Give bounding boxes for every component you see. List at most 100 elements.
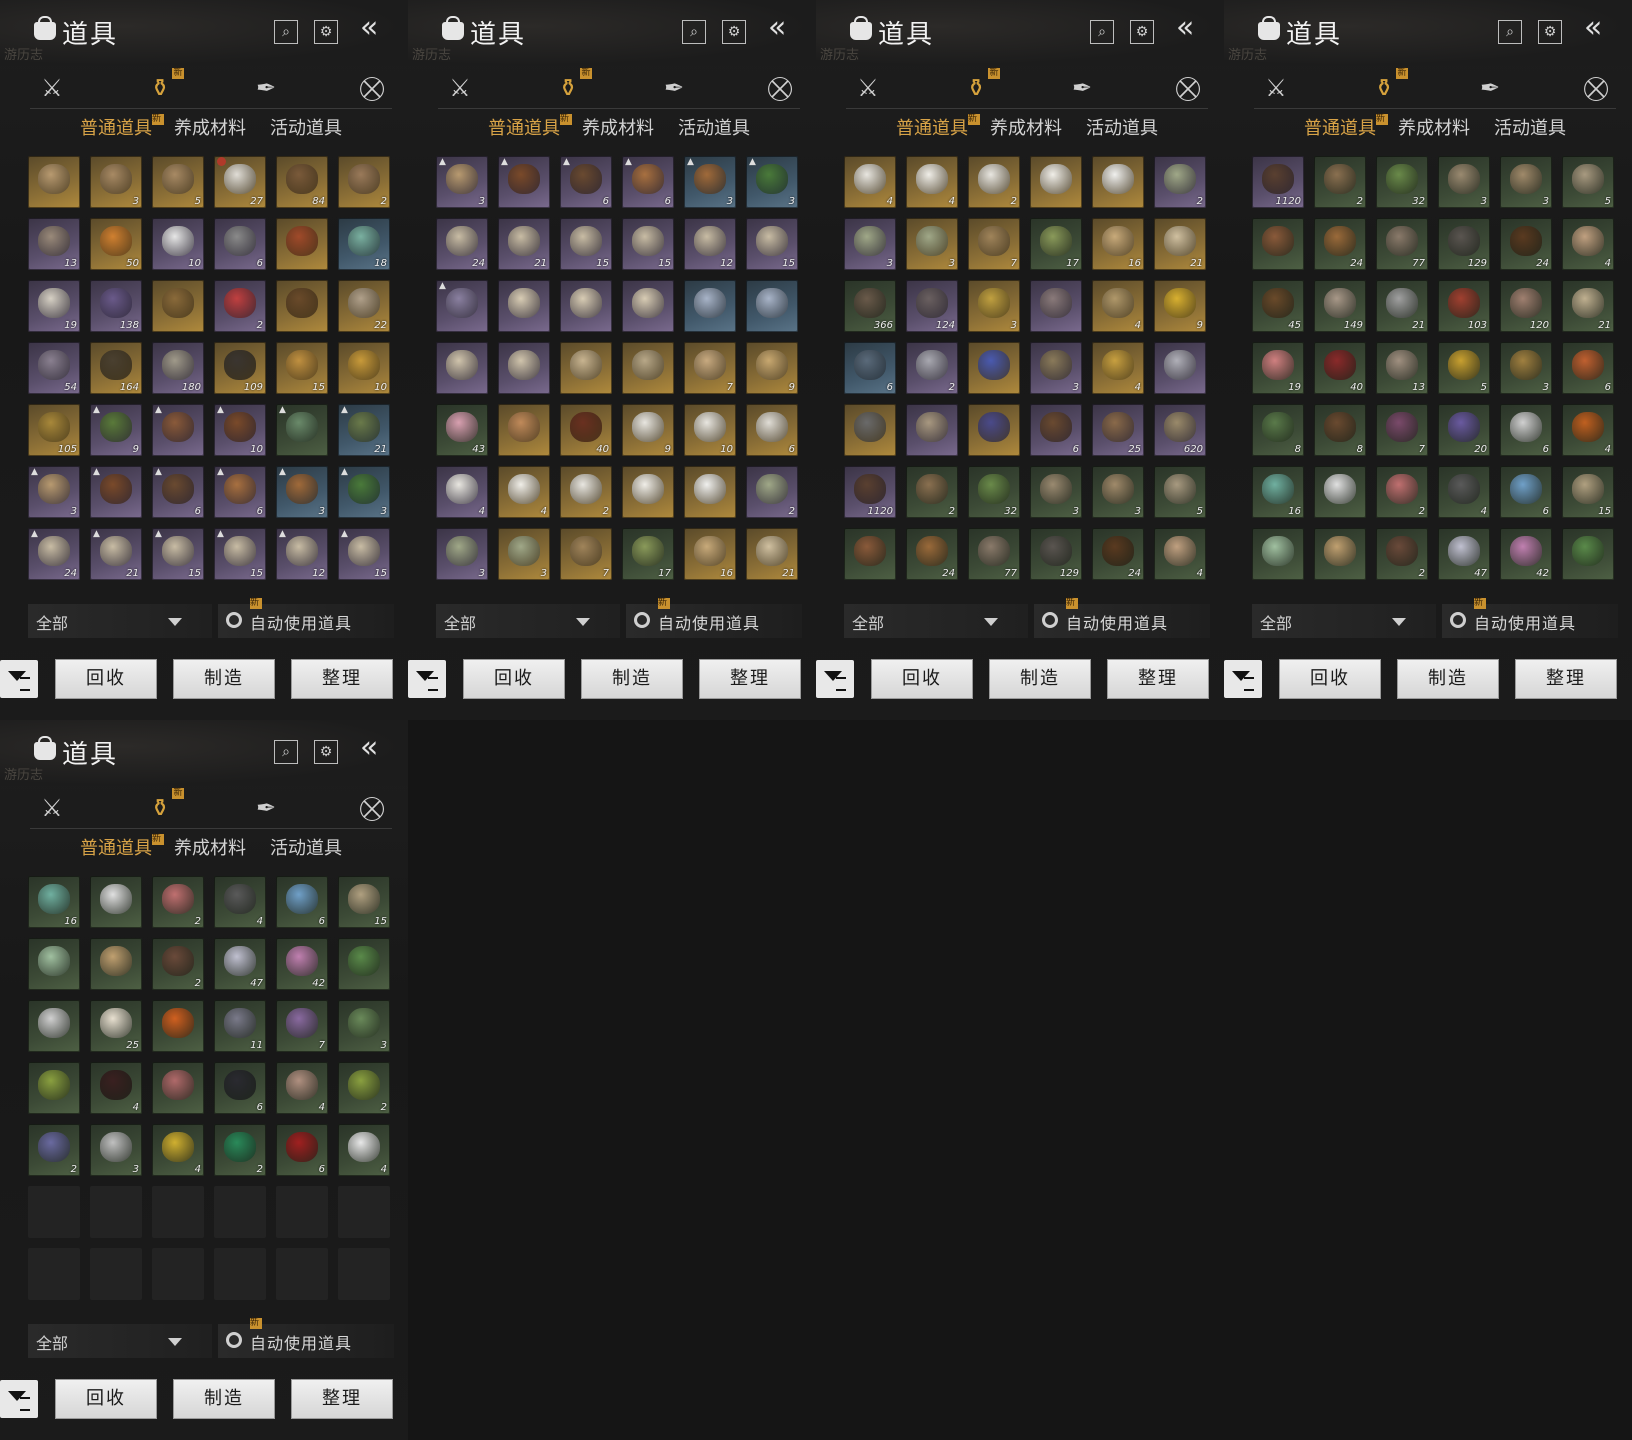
item-slot[interactable]: 24 xyxy=(1092,528,1144,580)
item-slot[interactable]: 21 xyxy=(1154,218,1206,270)
item-slot[interactable]: 15 xyxy=(1562,466,1614,518)
sort-button[interactable]: 整理 xyxy=(292,1380,392,1418)
filter-dropdown[interactable]: 全部 xyxy=(1252,604,1436,638)
category-equipment[interactable]: ⚔ xyxy=(852,72,884,104)
item-slot[interactable]: 32 xyxy=(1376,156,1428,208)
item-slot[interactable]: 2 xyxy=(152,876,204,928)
item-slot[interactable]: 10 xyxy=(152,218,204,270)
category-equipment[interactable]: ⚔ xyxy=(1260,72,1292,104)
item-slot[interactable] xyxy=(1314,466,1366,518)
item-slot[interactable] xyxy=(622,342,674,394)
item-slot[interactable] xyxy=(152,280,204,332)
item-slot[interactable]: 42 xyxy=(1500,528,1552,580)
item-slot[interactable]: 2 xyxy=(338,156,390,208)
category-tokens[interactable]: ⛒ xyxy=(1580,72,1612,104)
item-slot[interactable]: 18 xyxy=(338,218,390,270)
item-slot[interactable]: 2 xyxy=(1376,528,1428,580)
item-slot[interactable]: 15 xyxy=(560,218,612,270)
item-slot[interactable] xyxy=(436,342,488,394)
filter-icon[interactable] xyxy=(408,660,446,698)
item-slot[interactable] xyxy=(844,404,896,456)
item-slot[interactable]: 2 xyxy=(28,1124,80,1176)
sort-button[interactable]: 整理 xyxy=(1516,660,1616,698)
recycle-button[interactable]: 回收 xyxy=(872,660,972,698)
item-slot[interactable]: 21 xyxy=(746,528,798,580)
category-tokens[interactable]: ⛒ xyxy=(356,72,388,104)
item-slot[interactable] xyxy=(498,404,550,456)
item-slot[interactable]: 15 xyxy=(276,342,328,394)
recycle-button[interactable]: 回收 xyxy=(1280,660,1380,698)
item-slot[interactable]: 2 xyxy=(1154,156,1206,208)
item-slot[interactable]: 2 xyxy=(1376,466,1428,518)
item-slot[interactable] xyxy=(906,404,958,456)
item-slot[interactable]: 8 xyxy=(1314,404,1366,456)
item-slot[interactable]: 6 xyxy=(746,404,798,456)
item-slot[interactable] xyxy=(90,876,142,928)
filter-icon[interactable] xyxy=(0,660,38,698)
category-items[interactable]: ⚱ 新 xyxy=(960,68,1000,104)
item-slot[interactable]: 6 xyxy=(1500,466,1552,518)
auto-use-toggle[interactable]: 自动使用道具新 xyxy=(626,598,802,638)
item-slot[interactable]: 7 xyxy=(684,342,736,394)
item-slot[interactable]: 25 xyxy=(1092,404,1144,456)
tab-materials[interactable]: 养成材料 xyxy=(582,114,654,140)
item-slot[interactable]: 366 xyxy=(844,280,896,332)
item-slot[interactable] xyxy=(90,938,142,990)
category-equipment[interactable]: ⚔ xyxy=(36,72,68,104)
item-slot[interactable]: 3 xyxy=(436,528,488,580)
item-slot[interactable]: 138 xyxy=(90,280,142,332)
item-slot[interactable]: 19 xyxy=(1252,342,1304,394)
item-slot[interactable]: 4 xyxy=(214,876,266,928)
search-button[interactable]: ⌕ xyxy=(682,20,706,44)
settings-button[interactable]: ⚙ xyxy=(1538,20,1562,44)
filter-icon[interactable] xyxy=(1224,660,1262,698)
item-slot[interactable]: 4 xyxy=(90,1062,142,1114)
item-slot[interactable]: 4 xyxy=(276,1062,328,1114)
item-slot[interactable]: 2 xyxy=(560,466,612,518)
item-slot[interactable]: 47 xyxy=(1438,528,1490,580)
item-slot[interactable]: 22 xyxy=(338,280,390,332)
item-slot[interactable]: ▲ 9 xyxy=(90,404,142,456)
item-slot[interactable]: 2 xyxy=(152,938,204,990)
item-slot[interactable]: 43 xyxy=(436,404,488,456)
item-slot[interactable]: 6 xyxy=(276,1124,328,1176)
item-slot[interactable]: ▲ xyxy=(90,466,142,518)
item-slot[interactable]: 7 xyxy=(1376,404,1428,456)
item-slot[interactable]: 4 xyxy=(1154,528,1206,580)
recycle-button[interactable]: 回收 xyxy=(464,660,564,698)
tab-event-items[interactable]: 活动道具 xyxy=(1494,114,1566,140)
sort-button[interactable]: 整理 xyxy=(292,660,392,698)
item-slot[interactable]: 620 xyxy=(1154,404,1206,456)
item-slot[interactable]: 3 xyxy=(968,280,1020,332)
item-slot[interactable]: 45 xyxy=(1252,280,1304,332)
item-slot[interactable]: 24 xyxy=(906,528,958,580)
item-slot[interactable] xyxy=(684,280,736,332)
item-slot[interactable]: 4 xyxy=(152,1124,204,1176)
item-slot[interactable]: 16 xyxy=(28,876,80,928)
item-slot[interactable]: 7 xyxy=(968,218,1020,270)
item-slot[interactable]: 10 xyxy=(684,404,736,456)
item-slot[interactable]: ▲ 6 xyxy=(622,156,674,208)
item-slot[interactable]: 15 xyxy=(622,218,674,270)
craft-button[interactable]: 制造 xyxy=(174,1380,274,1418)
craft-button[interactable]: 制造 xyxy=(174,660,274,698)
category-tokens[interactable]: ⛒ xyxy=(1172,72,1204,104)
auto-use-toggle[interactable]: 自动使用道具新 xyxy=(218,1318,394,1358)
category-scrolls[interactable]: ✒ xyxy=(658,72,690,104)
item-slot[interactable]: 3 xyxy=(498,528,550,580)
category-items[interactable]: ⚱ 新 xyxy=(144,68,184,104)
item-slot[interactable]: 21 xyxy=(498,218,550,270)
category-items[interactable]: ⚱ 新 xyxy=(144,788,184,824)
item-slot[interactable]: ▲ 15 xyxy=(338,528,390,580)
category-scrolls[interactable]: ✒ xyxy=(1474,72,1506,104)
filter-dropdown[interactable]: 全部 xyxy=(28,604,212,638)
item-slot[interactable]: 27 xyxy=(214,156,266,208)
item-slot[interactable]: ▲ 6 xyxy=(152,466,204,518)
item-slot[interactable]: 6 xyxy=(1030,404,1082,456)
item-slot[interactable]: 180 xyxy=(152,342,204,394)
item-slot[interactable]: 16 xyxy=(684,528,736,580)
item-slot[interactable]: 24 xyxy=(436,218,488,270)
item-slot[interactable]: ▲ 3 xyxy=(684,156,736,208)
item-slot[interactable]: ▲ 15 xyxy=(152,528,204,580)
item-slot[interactable]: ▲ 15 xyxy=(214,528,266,580)
